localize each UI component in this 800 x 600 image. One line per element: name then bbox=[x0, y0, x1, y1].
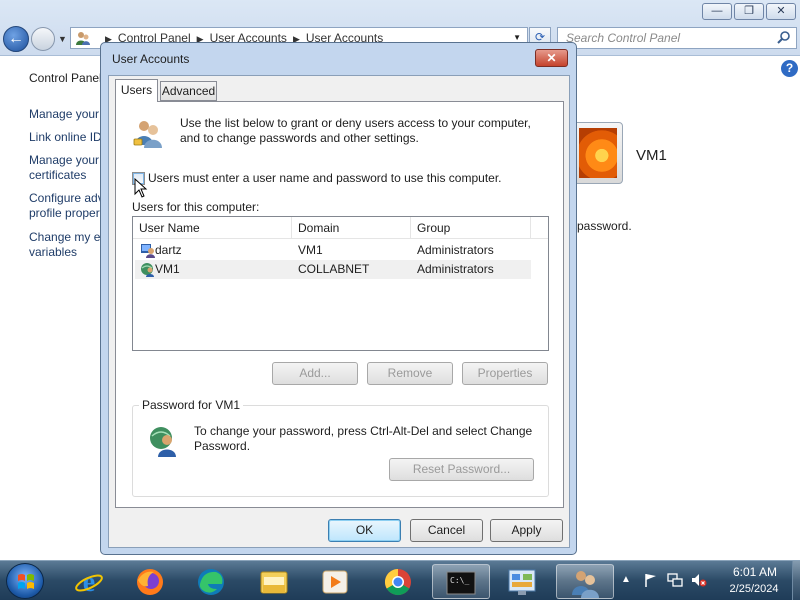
address-dropdown-icon[interactable]: ▼ bbox=[513, 33, 521, 42]
search-icon[interactable] bbox=[776, 30, 792, 46]
user-accounts-icon bbox=[76, 32, 90, 45]
clock-time[interactable]: 6:01 AM bbox=[720, 565, 790, 579]
action-center-flag-icon[interactable] bbox=[643, 572, 659, 588]
taskbar-file-explorer[interactable] bbox=[248, 564, 300, 599]
forward-button[interactable] bbox=[31, 27, 55, 51]
recent-pages-dropdown[interactable]: ▼ bbox=[58, 34, 67, 44]
svg-text:C:\_: C:\_ bbox=[450, 576, 469, 585]
taskbar-chrome[interactable] bbox=[372, 564, 424, 599]
dialog-title: User Accounts bbox=[112, 52, 190, 66]
internet-explorer-icon: e bbox=[75, 567, 103, 598]
control-panel-sidebar: Control Panel Manage your Link online ID… bbox=[0, 57, 104, 560]
column-header-group[interactable]: Group bbox=[411, 217, 531, 239]
flower-picture-icon bbox=[579, 128, 617, 178]
search-placeholder: Search Control Panel bbox=[566, 31, 681, 45]
volume-muted-icon[interactable] bbox=[691, 572, 707, 588]
taskbar-edge[interactable] bbox=[185, 564, 237, 599]
table-row[interactable]: dartz VM1 Administrators bbox=[135, 241, 531, 260]
back-button[interactable]: ← bbox=[3, 26, 29, 52]
dialog-body: Users Advanced Use the list below to gra… bbox=[108, 75, 570, 548]
sidebar-link-environment-variables-2[interactable]: variables bbox=[29, 245, 77, 260]
account-status-text: password. bbox=[577, 219, 632, 233]
taskbar-user-accounts[interactable] bbox=[556, 564, 614, 599]
sidebar-link-manage-certificates[interactable]: Manage your bbox=[29, 153, 99, 168]
sidebar-link-manage-credentials[interactable]: Manage your bbox=[29, 107, 99, 122]
ok-button[interactable]: OK bbox=[328, 519, 401, 542]
must-enter-password-label[interactable]: Users must enter a user name and passwor… bbox=[148, 171, 502, 185]
taskbar: e C:\_ ▲ 6:01 AM 2/25/2024 bbox=[0, 560, 800, 600]
cell-group: Administrators bbox=[417, 243, 494, 257]
reset-password-button[interactable]: Reset Password... bbox=[389, 458, 534, 481]
firefox-icon bbox=[137, 569, 163, 595]
list-header: User Name Domain Group bbox=[133, 217, 548, 239]
cell-group: Administrators bbox=[417, 262, 494, 276]
taskbar-command-prompt[interactable]: C:\_ bbox=[432, 564, 490, 599]
svg-text:e: e bbox=[83, 567, 95, 598]
users-icon bbox=[133, 121, 162, 148]
network-icon[interactable] bbox=[667, 572, 683, 588]
column-header-user-name[interactable]: User Name bbox=[133, 217, 292, 239]
intro-line-2: and to change passwords and other settin… bbox=[180, 131, 419, 145]
media-player-icon bbox=[322, 570, 348, 594]
sidebar-link-profile-properties-2[interactable]: profile proper bbox=[29, 206, 100, 221]
taskbar-media-player[interactable] bbox=[309, 564, 361, 599]
show-hidden-icons-button[interactable]: ▲ bbox=[621, 574, 631, 585]
sidebar-link-online-id[interactable]: Link online ID bbox=[29, 130, 102, 145]
dialog-close-button[interactable]: ✕ bbox=[535, 49, 568, 67]
maximize-button[interactable]: ❐ bbox=[734, 3, 764, 20]
user-key-icon bbox=[150, 427, 176, 457]
taskbar-internet-explorer[interactable]: e bbox=[63, 564, 115, 599]
taskbar-control-panel[interactable] bbox=[494, 564, 552, 599]
cell-domain: VM1 bbox=[298, 243, 323, 257]
tab-users[interactable]: Users bbox=[115, 79, 158, 102]
add-user-button[interactable]: Add... bbox=[272, 362, 358, 385]
remove-user-button[interactable]: Remove bbox=[367, 362, 453, 385]
cell-user-name: VM1 bbox=[155, 262, 180, 276]
properties-button[interactable]: Properties bbox=[462, 362, 548, 385]
domain-user-icon bbox=[141, 263, 154, 277]
column-header-domain[interactable]: Domain bbox=[292, 217, 411, 239]
chrome-icon bbox=[384, 568, 411, 596]
close-button[interactable]: ✕ bbox=[766, 3, 796, 20]
user-accounts-dialog: User Accounts ✕ Users Advanced Use the l… bbox=[100, 42, 577, 555]
folder-icon bbox=[260, 571, 288, 594]
sidebar-link-environment-variables[interactable]: Change my e bbox=[29, 230, 100, 245]
show-desktop-button[interactable] bbox=[792, 561, 800, 600]
mouse-cursor-icon bbox=[134, 178, 148, 198]
taskbar-firefox[interactable] bbox=[124, 564, 176, 599]
clock-date[interactable]: 2/25/2024 bbox=[718, 583, 790, 595]
password-instructions-line-2: Password. bbox=[194, 439, 251, 453]
table-row[interactable]: VM1 COLLABNET Administrators bbox=[135, 260, 531, 279]
command-prompt-icon: C:\_ bbox=[446, 571, 476, 595]
users-list[interactable]: User Name Domain Group dartz VM1 Adminis… bbox=[132, 216, 549, 351]
windows-logo-icon bbox=[18, 574, 34, 589]
local-user-icon bbox=[141, 244, 155, 258]
password-group-legend: Password for VM1 bbox=[139, 398, 244, 412]
minimize-button[interactable]: — bbox=[702, 3, 732, 20]
cancel-button[interactable]: Cancel bbox=[410, 519, 483, 542]
help-icon[interactable]: ? bbox=[781, 60, 798, 77]
cell-user-name: dartz bbox=[155, 243, 182, 257]
sidebar-link-profile-properties[interactable]: Configure adv bbox=[29, 191, 104, 206]
apply-button[interactable]: Apply bbox=[490, 519, 563, 542]
user-picture-tile bbox=[573, 122, 623, 184]
users-list-label: Users for this computer: bbox=[132, 200, 260, 214]
tab-advanced[interactable]: Advanced bbox=[160, 81, 217, 101]
password-group: Password for VM1 To change your password… bbox=[132, 398, 549, 497]
start-button[interactable] bbox=[6, 563, 44, 599]
edge-icon bbox=[198, 569, 224, 595]
cell-domain: COLLABNET bbox=[298, 262, 370, 276]
account-name: VM1 bbox=[636, 147, 667, 164]
control-panel-icon bbox=[508, 569, 536, 595]
control-panel-home-link[interactable]: Control Panel bbox=[29, 71, 102, 86]
intro-text: Use the list below to grant or deny user… bbox=[180, 116, 550, 146]
password-instructions: To change your password, press Ctrl-Alt-… bbox=[194, 424, 539, 454]
users-tab-panel: Use the list below to grant or deny user… bbox=[115, 101, 564, 508]
user-accounts-icon bbox=[572, 571, 599, 598]
sidebar-link-manage-certificates-2[interactable]: certificates bbox=[29, 168, 86, 183]
password-instructions-line-1: To change your password, press Ctrl-Alt-… bbox=[194, 424, 533, 438]
search-input[interactable]: Search Control Panel bbox=[557, 27, 797, 49]
intro-line-1: Use the list below to grant or deny user… bbox=[180, 116, 531, 130]
